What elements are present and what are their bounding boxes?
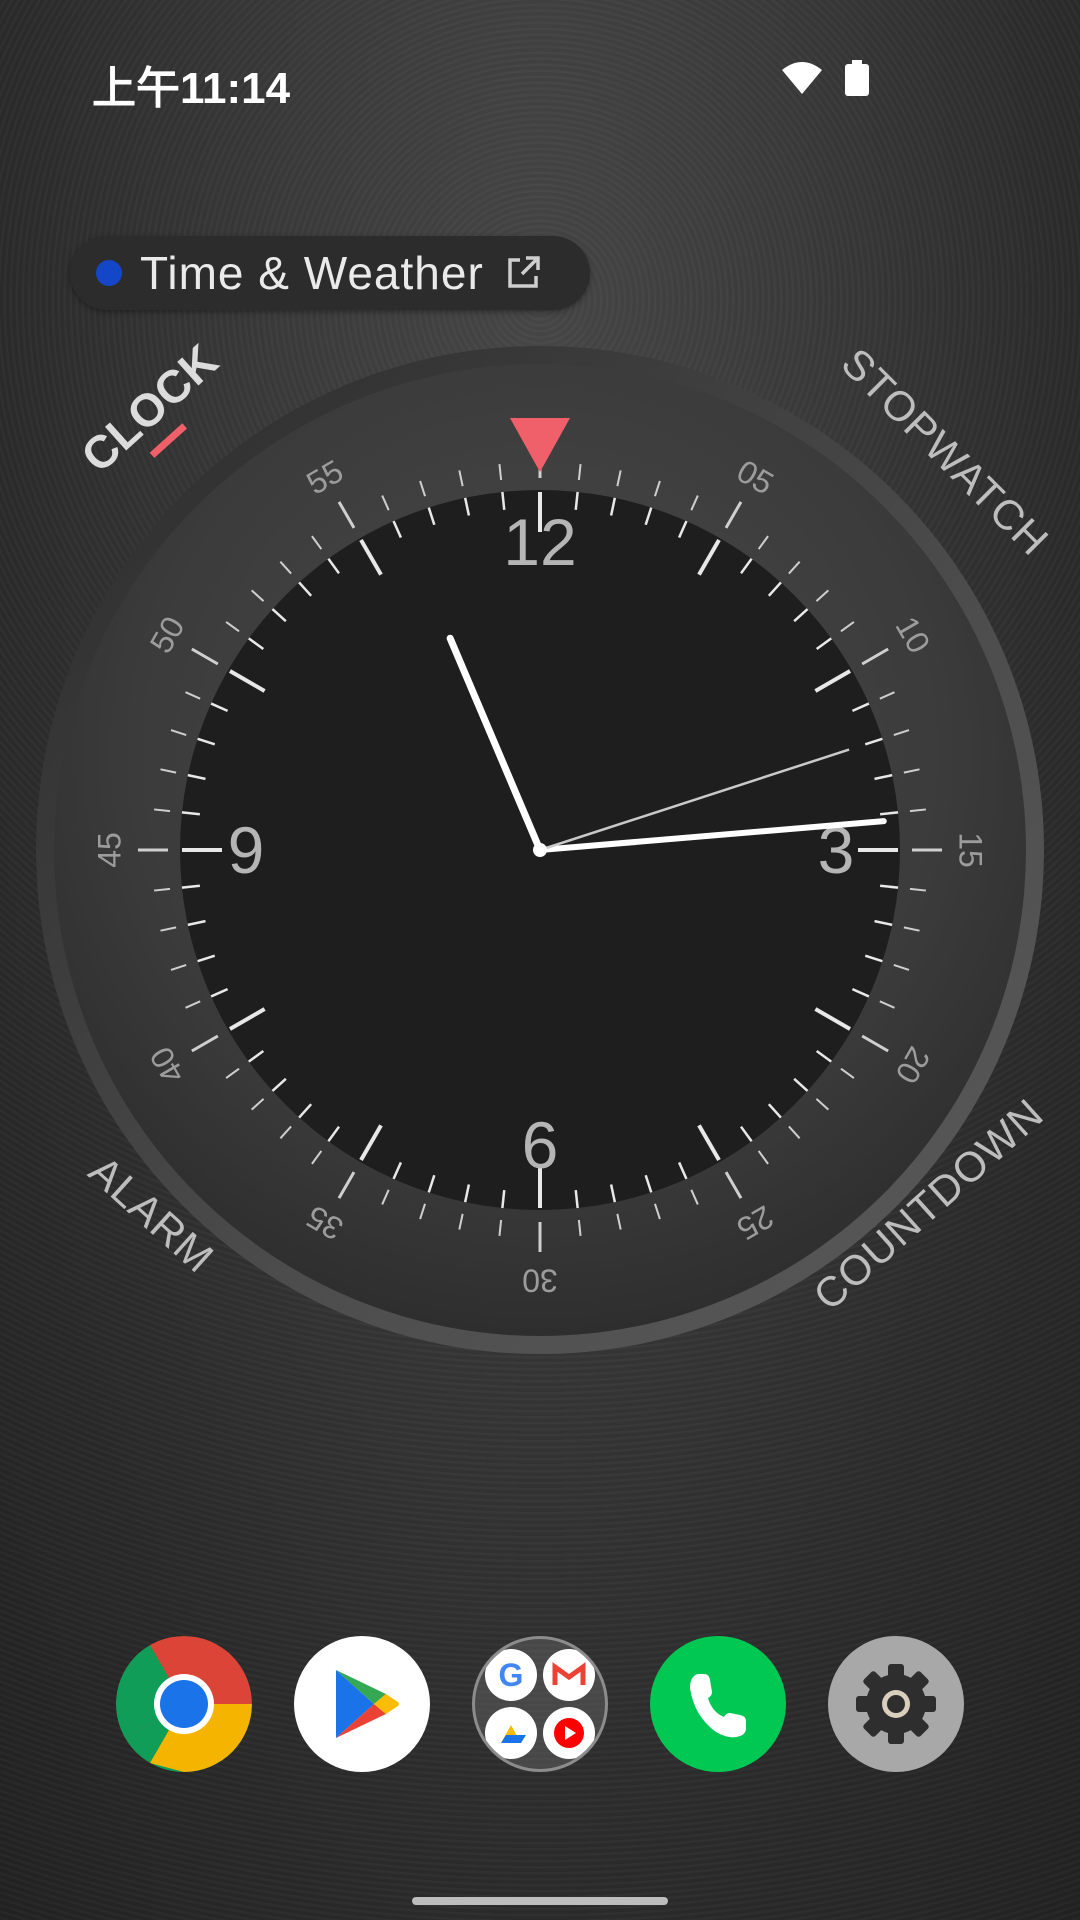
folder-icon: G xyxy=(485,1649,595,1759)
numeral-9: 9 xyxy=(228,813,265,887)
time-weather-chip[interactable]: Time & Weather xyxy=(70,236,590,310)
numeral-6: 6 xyxy=(522,1108,559,1182)
minute-label: 15 xyxy=(953,832,989,868)
chip-label: Time & Weather xyxy=(140,247,484,299)
mode-label-clock: CLOCK xyxy=(71,334,227,482)
chrome-icon xyxy=(116,1636,252,1772)
play-store-icon xyxy=(336,1670,399,1738)
battery-icon xyxy=(845,60,869,96)
status-bar: 上午11:14 xyxy=(0,0,1080,160)
svg-text:G: G xyxy=(499,1657,524,1693)
hand-pivot xyxy=(533,843,547,857)
dock-app-settings[interactable] xyxy=(828,1636,964,1772)
dock-app-folder[interactable]: G xyxy=(472,1636,608,1772)
phone-icon xyxy=(690,1674,746,1738)
clock-widget[interactable]: 05 10 15 20 25 30 35 40 45 50 55 12 3 6 9 CLOCK ST… xyxy=(0,330,1080,1370)
dock-app-phone[interactable] xyxy=(650,1636,786,1772)
clock-face-svg: 0510152025303540455055 12 3 6 9 CLOCK ST… xyxy=(36,334,1058,1354)
settings-icon xyxy=(856,1664,936,1744)
app-dock: G xyxy=(0,1636,1080,1772)
status-icons xyxy=(780,60,870,96)
gesture-nav-handle[interactable] xyxy=(412,1897,668,1905)
status-dot xyxy=(96,260,122,286)
external-link-icon xyxy=(508,256,540,288)
minute-label: 45 xyxy=(91,832,127,868)
numeral-12: 12 xyxy=(503,505,576,579)
status-time: 上午11:14 xyxy=(92,64,291,113)
minute-label: 30 xyxy=(522,1263,558,1299)
wifi-icon xyxy=(782,62,822,94)
dock-app-chrome[interactable] xyxy=(116,1636,252,1772)
mode-clock[interactable]: CLOCK xyxy=(71,334,227,482)
dock-app-play-store[interactable] xyxy=(294,1636,430,1772)
